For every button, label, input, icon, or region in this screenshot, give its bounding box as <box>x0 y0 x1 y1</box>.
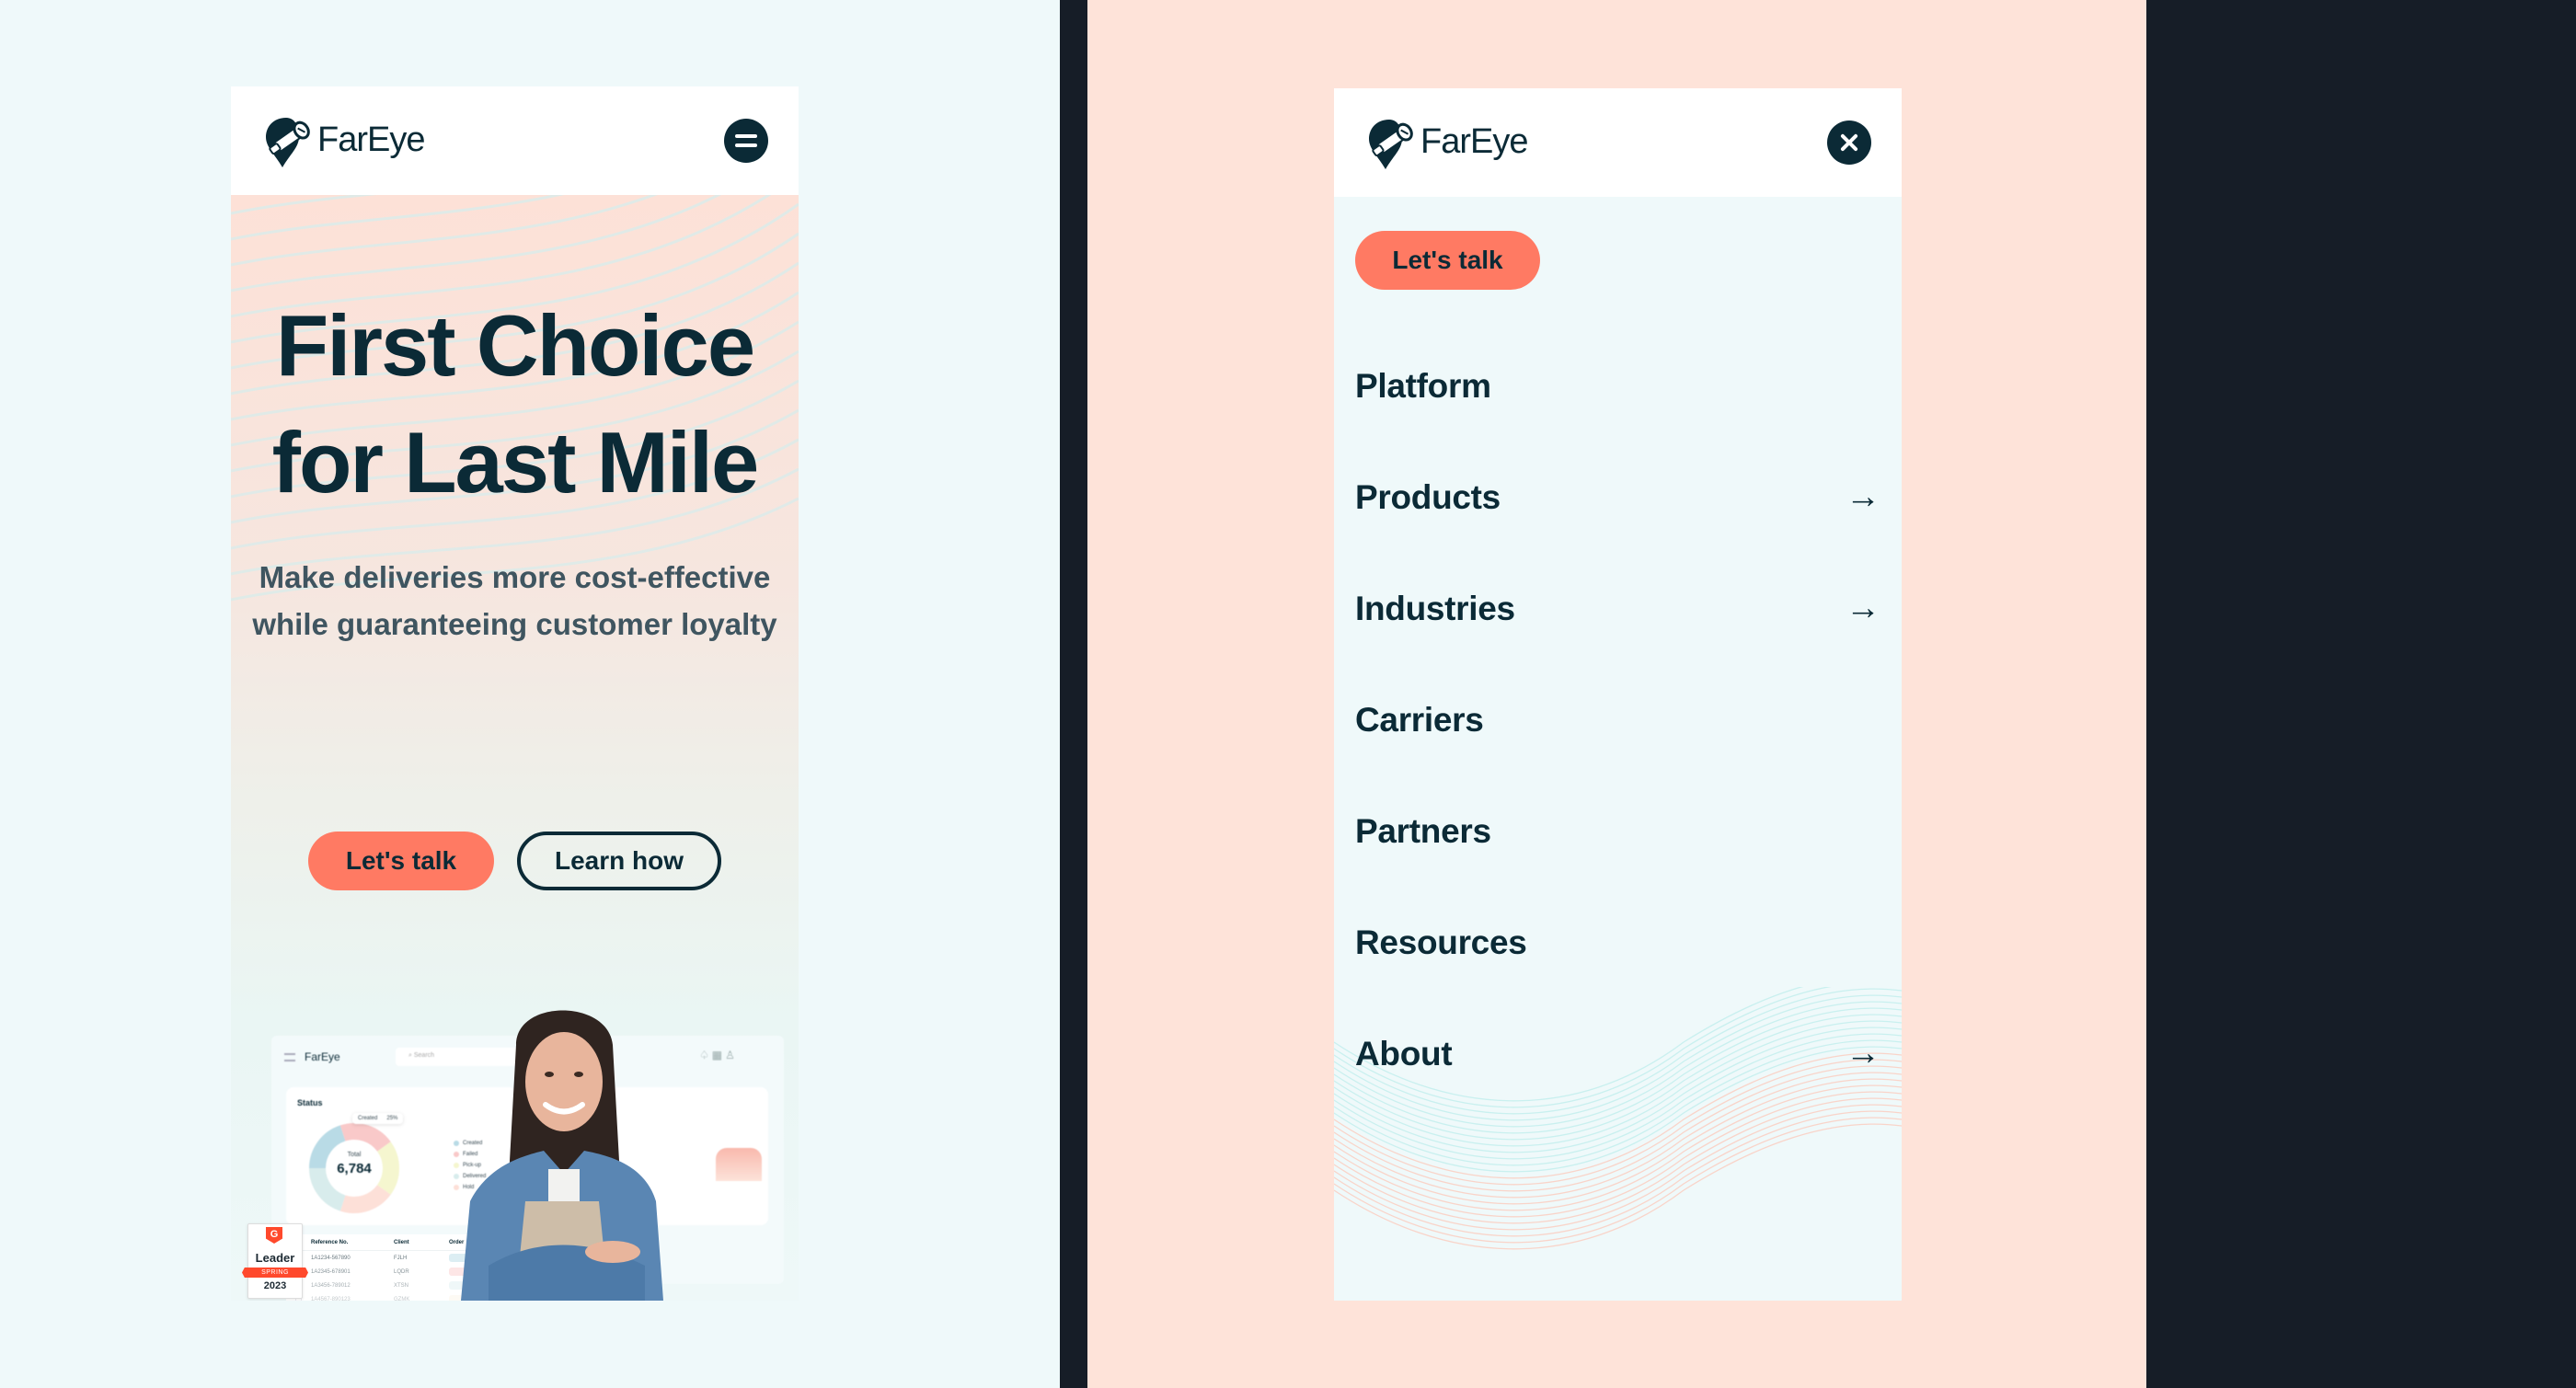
learn-how-button[interactable]: Learn how <box>517 832 721 890</box>
cell-client: FJLH <box>394 1255 408 1261</box>
site-header: FarEye <box>1334 88 1902 197</box>
cell-reference: 1A2345-678901 <box>311 1268 351 1275</box>
close-icon <box>1839 132 1859 153</box>
donut-total-label: Total <box>347 1152 362 1158</box>
legend-dot <box>454 1141 459 1146</box>
cell-reference: 1A4567-890123 <box>311 1296 351 1302</box>
menu-item-platform[interactable]: Platform <box>1355 330 1880 442</box>
fareye-logo[interactable]: FarEye <box>262 114 425 169</box>
hero-title-line-2: for Last Mile <box>271 414 760 510</box>
hero-subtitle: Make deliveries more cost-effective whil… <box>252 560 777 641</box>
fareye-logo[interactable]: FarEye <box>1365 116 1528 171</box>
site-header: FarEye <box>231 86 799 195</box>
menu-item-about[interactable]: About → <box>1355 998 1880 1109</box>
hero-title-line-1: First Choice <box>275 297 755 394</box>
arrow-right-icon[interactable]: → <box>1846 477 1880 517</box>
cell-client: XTSN <box>394 1282 409 1289</box>
donut-tooltip: Created 25% <box>352 1113 404 1124</box>
menu-item-label: Products <box>1355 477 1501 516</box>
status-card-title: Status <box>297 1098 323 1107</box>
telescope-pin-icon <box>1369 120 1413 169</box>
cell-reference: 1A3456-789012 <box>311 1282 351 1289</box>
arrow-right-icon[interactable]: → <box>1846 589 1880 628</box>
menu-item-label: Partners <box>1355 811 1491 850</box>
donut-total-value: 6,784 <box>337 1161 372 1176</box>
dashboard-menu-icon <box>284 1052 295 1061</box>
mobile-menu-screen: FarEye Let's talk Platform Products → Indus… <box>1334 88 1902 1301</box>
cell-client: GZMK <box>394 1296 410 1302</box>
hamburger-icon <box>735 132 757 150</box>
donut-segment <box>339 1123 391 1153</box>
legend-dot <box>454 1185 459 1190</box>
logo-text: FarEye <box>317 120 425 159</box>
smiling-woman-photo <box>461 1010 663 1301</box>
menu-item-label: Resources <box>1355 923 1527 961</box>
navigation-menu: Let's talk Platform Products → Industries → C… <box>1334 196 1902 1301</box>
menu-item-partners[interactable]: Partners <box>1355 775 1880 887</box>
menu-list: Platform Products → Industries → Carriers Part… <box>1355 330 1880 1109</box>
lets-talk-button[interactable]: Let's talk <box>1355 231 1540 290</box>
panel-divider <box>1060 0 1087 1388</box>
menu-item-label: Platform <box>1355 366 1491 405</box>
menu-item-resources[interactable]: Resources <box>1355 887 1880 998</box>
hero-title: First Choice for Last Mile <box>231 287 799 521</box>
close-menu-button[interactable] <box>1827 120 1871 165</box>
lets-talk-button[interactable]: Let's talk <box>308 832 494 890</box>
menu-item-carriers[interactable]: Carriers <box>1355 664 1880 775</box>
column-header-client: Client <box>394 1239 409 1245</box>
badge-title: Leader <box>255 1251 295 1265</box>
arrow-right-icon[interactable]: → <box>1846 1034 1880 1073</box>
menu-item-products[interactable]: Products → <box>1355 442 1880 553</box>
column-header-reference: Reference No. <box>311 1239 349 1245</box>
menu-toggle-button[interactable] <box>724 119 768 163</box>
dashboard-toolbar-icons: ♤▦♙ <box>699 1049 738 1061</box>
legend-dot <box>454 1152 459 1157</box>
orders-area-chart <box>716 1148 762 1181</box>
cell-client: LQDR <box>394 1268 409 1275</box>
wave-line <box>231 195 721 293</box>
logo-text: FarEye <box>1420 121 1528 161</box>
hero-buttons: Let's talk Learn how <box>231 832 799 890</box>
dark-side-area <box>2146 0 2576 1388</box>
cell-reference: 1A1234-567890 <box>311 1255 351 1261</box>
legend-dot <box>454 1163 459 1168</box>
mobile-home-screen: FarEye First Choice for Last Mile Make d… <box>231 86 799 1301</box>
badge-year: 2023 <box>263 1280 287 1291</box>
telescope-pin-icon <box>266 118 310 167</box>
donut-segment <box>339 1184 391 1213</box>
legend-dot <box>454 1174 459 1179</box>
hero-section: First Choice for Last Mile Make deliveri… <box>231 195 799 1301</box>
badge-season: SPRING <box>242 1268 308 1278</box>
menu-item-industries[interactable]: Industries → <box>1355 553 1880 664</box>
menu-item-label: About <box>1355 1034 1453 1073</box>
g2-leader-badge: G Leader SPRING 2023 <box>242 1223 308 1301</box>
menu-item-label: Carriers <box>1355 700 1484 739</box>
menu-item-label: Industries <box>1355 589 1515 627</box>
dashboard-logo: FarEye <box>305 1050 340 1063</box>
